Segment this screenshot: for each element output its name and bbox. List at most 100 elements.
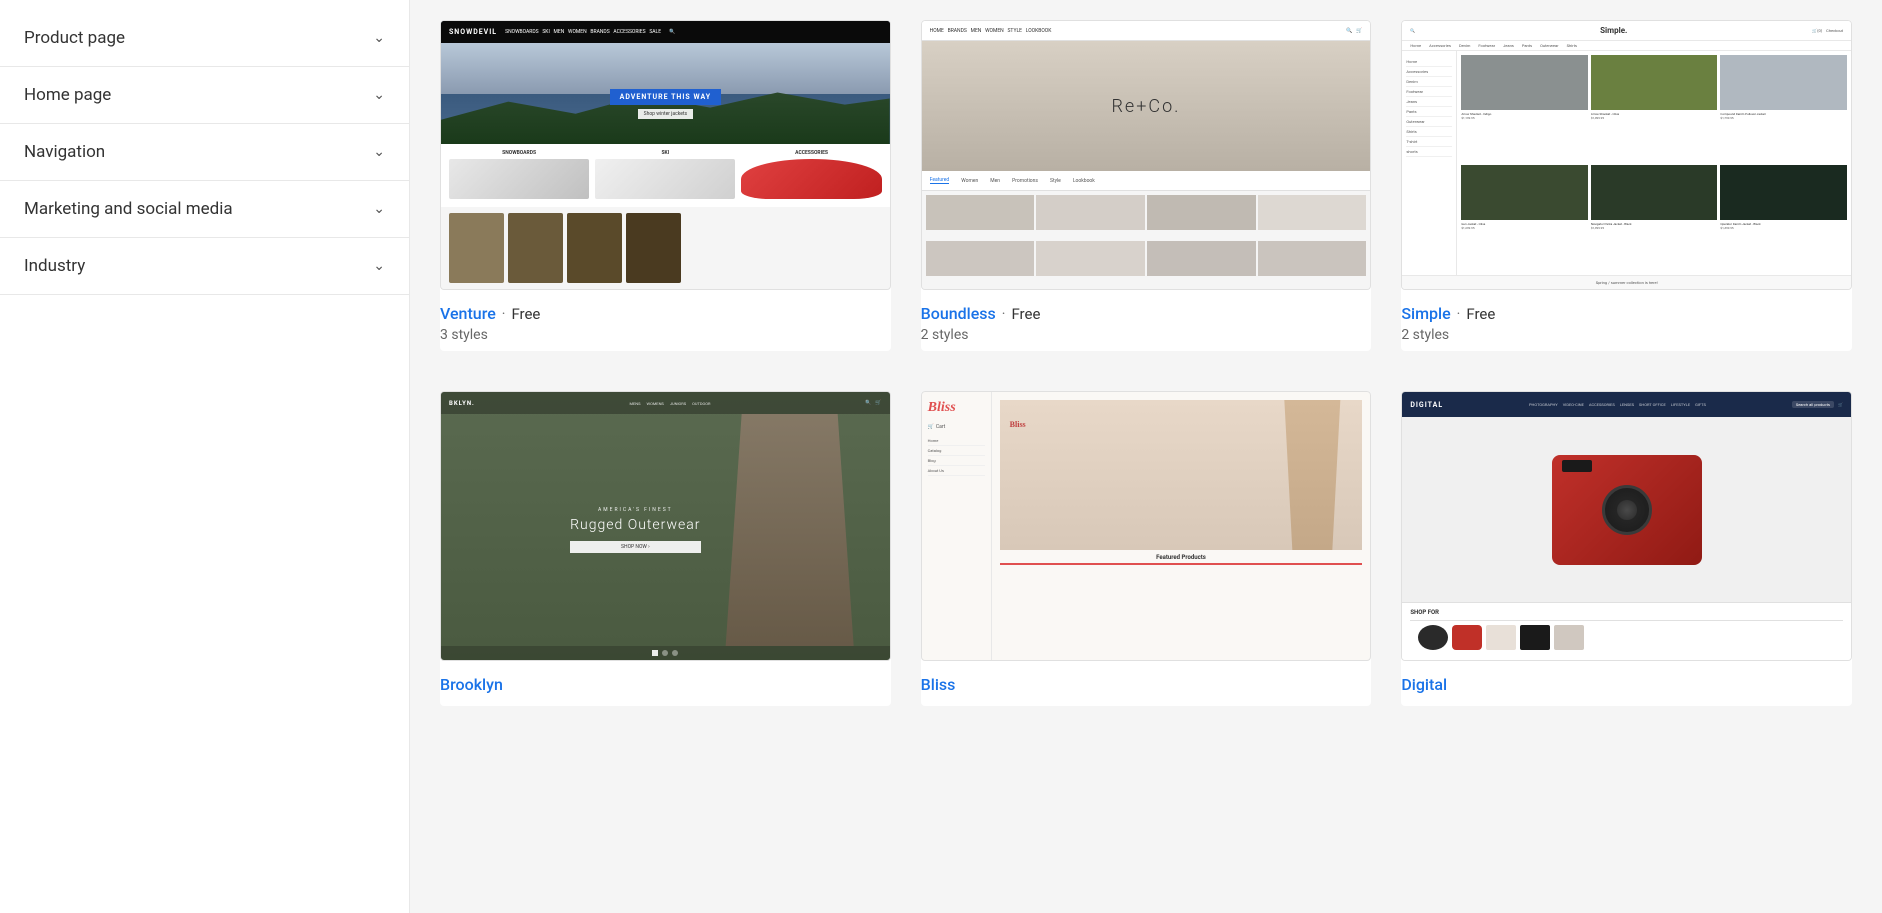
boundless-tabs: Featured Women Men Promotions Style Look… (922, 171, 1371, 191)
digital-products-row (1410, 620, 1843, 654)
digital-prod-3 (1486, 625, 1516, 650)
simple-product-img-2 (1591, 55, 1718, 110)
sidebar-item-label: Industry (24, 256, 85, 276)
digital-nav-lenses: LENSES (1620, 402, 1634, 407)
boundless-theme-name[interactable]: Boundless (921, 304, 996, 323)
brooklyn-nav-icons: 🔍 🛒 (865, 400, 881, 406)
theme-card-venture[interactable]: SNOWDEVIL SNOWBOARDS SKI MEN WOMEN BRAND… (440, 20, 891, 351)
brooklyn-theme-name[interactable]: Brooklyn (440, 675, 503, 694)
venture-products-row: SNOWBOARDS SKI ACCESSORIES (441, 144, 890, 207)
simple-dot: · (1457, 306, 1461, 322)
bliss-hero-logo-overlay: Bliss (1010, 420, 1026, 429)
digital-nav-office: SHORT OFFICE (1639, 402, 1666, 407)
sidebar-item-home-page[interactable]: Home page ⌄ (0, 67, 409, 124)
simple-product-img-3 (1720, 55, 1847, 110)
venture-product-ski: SKI (595, 150, 735, 201)
brooklyn-cart-icon: 🛒 (875, 400, 881, 406)
simple-product-2: Arrow Shacket - Olive $1,099.95 (1591, 55, 1718, 162)
chevron-down-icon: ⌄ (373, 87, 385, 103)
sidebar-item-label: Navigation (24, 142, 105, 162)
simple-sidebar-home: Home (1406, 57, 1452, 67)
digital-nav-photography: PHOTOGRAPHY (1529, 402, 1558, 407)
simple-product-price-5: $1,999.95 (1591, 226, 1718, 230)
boundless-thumbnails (922, 191, 1371, 289)
sidebar-item-product-page[interactable]: Product page ⌄ (0, 10, 409, 67)
sidebar-item-label: Home page (24, 85, 111, 105)
bliss-cart-row: 🛒 Cart (928, 424, 985, 430)
brooklyn-dot (662, 650, 668, 656)
theme-card-bliss[interactable]: Bliss 🛒 Cart Home Catalog Blog About Us (921, 391, 1372, 706)
brooklyn-theme-info: Brooklyn (440, 661, 891, 706)
chevron-down-icon: ⌄ (373, 144, 385, 160)
sidebar-item-navigation[interactable]: Navigation ⌄ (0, 124, 409, 181)
boundless-thumb-1 (926, 195, 1035, 230)
chevron-down-icon: ⌄ (373, 30, 385, 46)
digital-nav-lifestyle: LIFESTYLE (1671, 402, 1690, 407)
venture-theme-name[interactable]: Venture (440, 304, 496, 323)
digital-theme-name[interactable]: Digital (1401, 675, 1447, 694)
simple-checkout-link: Checkout (1826, 28, 1843, 33)
venture-search-icon: 🔍 (669, 29, 675, 35)
venture-product-img-hat (741, 159, 881, 199)
sidebar-item-marketing-social[interactable]: Marketing and social media ⌄ (0, 181, 409, 238)
bliss-menu-catalog: Catalog (928, 446, 985, 456)
simple-cat-denim: Denim (1459, 43, 1470, 48)
brooklyn-nav-links: MENS WOMENS JUNIORS OUTDOOR (630, 401, 711, 406)
venture-product-img-board (449, 159, 589, 199)
chevron-down-icon: ⌄ (373, 258, 385, 274)
brooklyn-hero: AMERICA'S FINEST Rugged Outerwear SHOP N… (441, 414, 890, 646)
digital-theme-info: Digital (1401, 661, 1852, 706)
brooklyn-hero-model (710, 414, 870, 646)
theme-preview-boundless: HOME BRANDS MEN WOMEN STYLE LOOKBOOK 🔍 🛒… (921, 20, 1372, 290)
simple-sidebar-shirts: Shirts (1406, 127, 1452, 137)
simple-product-3: Compound Denim Pullover Jacket $1,799.95 (1720, 55, 1847, 162)
digital-nav-gifts: GIFTS (1695, 402, 1706, 407)
bliss-theme-name[interactable]: Bliss (921, 675, 956, 694)
digital-prod-2 (1452, 625, 1482, 650)
venture-col-label: SNOWBOARDS (449, 150, 589, 156)
simple-product-img-4 (1461, 165, 1588, 220)
bliss-menu-home: Home (928, 436, 985, 446)
venture-nav-links: SNOWBOARDS SKI MEN WOMEN BRANDS ACCESSOR… (505, 29, 661, 35)
boundless-theme-info: Boundless · Free 2 styles (921, 290, 1372, 351)
simple-name-row: Simple · Free (1401, 304, 1852, 323)
boundless-thumb-4 (1258, 195, 1367, 230)
sidebar-item-industry[interactable]: Industry ⌄ (0, 238, 409, 295)
boundless-thumb-3 (1147, 195, 1256, 230)
digital-brand-logo: DIGITAL (1410, 401, 1443, 409)
boundless-thumb-5 (926, 241, 1035, 276)
simple-product-price-4: $1,299.95 (1461, 226, 1588, 230)
themes-grid: SNOWDEVIL SNOWBOARDS SKI MEN WOMEN BRAND… (440, 20, 1852, 706)
digital-prod-4 (1520, 625, 1550, 650)
simple-cat-jeans: Jeans (1503, 43, 1514, 48)
simple-sidebar-denim: Denim (1406, 77, 1452, 87)
simple-cat-shirts: Shirts (1567, 43, 1577, 48)
theme-card-boundless[interactable]: HOME BRANDS MEN WOMEN STYLE LOOKBOOK 🔍 🛒… (921, 20, 1372, 351)
boundless-styles: 2 styles (921, 327, 1372, 343)
digital-nav-links: PHOTOGRAPHY VIDEO-CINE ACCESSORIES LENSE… (1529, 402, 1706, 407)
simple-cat-home: Home (1410, 43, 1421, 48)
digital-nav-right: Search all products 🛒 (1792, 401, 1843, 408)
simple-theme-name[interactable]: Simple (1401, 304, 1450, 323)
venture-cta-banner: ADVENTURE THIS WAY (610, 89, 721, 105)
simple-main-layout: Home Accessories Denim Footwear Jeans Pa… (1402, 51, 1851, 275)
theme-card-simple[interactable]: 🔍 Simple. 🛒(0) Checkout Home Accessories… (1401, 20, 1852, 351)
digital-name-row: Digital (1401, 675, 1852, 694)
digital-search-box: Search all products (1792, 401, 1834, 408)
brooklyn-hero-title: Rugged Outerwear (570, 517, 700, 533)
bliss-model-person (1272, 400, 1352, 550)
boundless-tab-promotions: Promotions (1012, 178, 1038, 184)
boundless-name-row: Boundless · Free (921, 304, 1372, 323)
brooklyn-sub-text: AMERICA'S FINEST (570, 507, 700, 513)
boundless-tab-lookbook: Lookbook (1073, 178, 1095, 184)
theme-preview-bliss: Bliss 🛒 Cart Home Catalog Blog About Us (921, 391, 1372, 661)
venture-name-row: Venture · Free (440, 304, 891, 323)
theme-card-digital[interactable]: DIGITAL PHOTOGRAPHY VIDEO-CINE ACCESSORI… (1401, 391, 1852, 706)
simple-product-1: Arrow Shacket - Indigo $1,199.95 (1461, 55, 1588, 162)
boundless-nav-links: HOME BRANDS MEN WOMEN STYLE LOOKBOOK (930, 28, 1052, 34)
venture-theme-info: Venture · Free 3 styles (440, 290, 891, 351)
theme-card-brooklyn[interactable]: BKLYN. MENS WOMENS JUNIORS OUTDOOR 🔍 🛒 (440, 391, 891, 706)
simple-theme-info: Simple · Free 2 styles (1401, 290, 1852, 351)
venture-product-snowboards: SNOWBOARDS (449, 150, 589, 201)
brooklyn-nav-juniors: JUNIORS (670, 401, 686, 406)
